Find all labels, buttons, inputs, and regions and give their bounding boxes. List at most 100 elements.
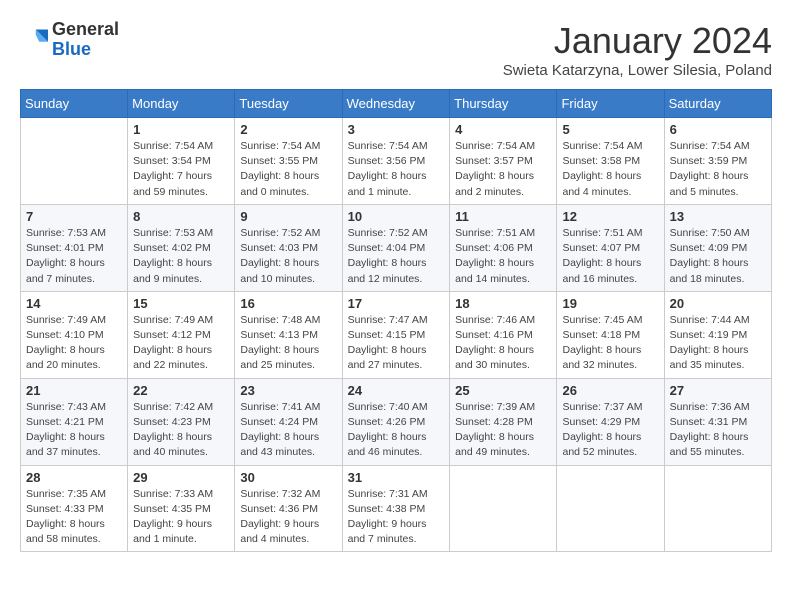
calendar-cell: 30Sunrise: 7:32 AM Sunset: 4:36 PM Dayli… bbox=[235, 465, 342, 552]
day-info: Sunrise: 7:40 AM Sunset: 4:26 PM Dayligh… bbox=[348, 400, 445, 461]
logo-icon bbox=[20, 26, 48, 54]
title-block: January 2024 Swieta Katarzyna, Lower Sil… bbox=[503, 20, 772, 79]
day-info: Sunrise: 7:33 AM Sunset: 4:35 PM Dayligh… bbox=[133, 487, 229, 548]
calendar-cell: 2 Sunrise: 7:54 AM Sunset: 3:55 PM Daylig… bbox=[235, 118, 342, 205]
day-number: 25 bbox=[455, 383, 551, 398]
day-number: 26 bbox=[562, 383, 658, 398]
month-title: January 2024 bbox=[503, 20, 772, 62]
calendar-cell: 21 Sunrise: 7:43 AM Sunset: 4:21 PM Dayli… bbox=[21, 378, 128, 465]
logo-text: General Blue bbox=[52, 20, 119, 60]
calendar-cell: 23Sunrise: 7:41 AM Sunset: 4:24 PM Dayli… bbox=[235, 378, 342, 465]
calendar-cell: 9Sunrise: 7:52 AM Sunset: 4:03 PM Daylig… bbox=[235, 204, 342, 291]
calendar-cell: 4Sunrise: 7:54 AM Sunset: 3:57 PM Daylig… bbox=[450, 118, 557, 205]
calendar-cell: 16 Sunrise: 7:48 AM Sunset: 4:13 PM Dayli… bbox=[235, 291, 342, 378]
calendar-cell bbox=[450, 465, 557, 552]
calendar-cell: 10 Sunrise: 7:52 AM Sunset: 4:04 PM Dayli… bbox=[342, 204, 450, 291]
day-number: 12 bbox=[562, 209, 658, 224]
day-info: Sunrise: 7:43 AM Sunset: 4:21 PM Dayligh… bbox=[26, 400, 122, 461]
day-info: Sunrise: 7:45 AM Sunset: 4:18 PM Dayligh… bbox=[562, 313, 658, 374]
day-info: Sunrise: 7:41 AM Sunset: 4:24 PM Dayligh… bbox=[240, 400, 336, 461]
day-number: 21 bbox=[26, 383, 122, 398]
weekday-header-tuesday: Tuesday bbox=[235, 90, 342, 118]
day-info: Sunrise: 7:54 AM Sunset: 3:56 PM Dayligh… bbox=[348, 139, 445, 200]
calendar-cell: 24 Sunrise: 7:40 AM Sunset: 4:26 PM Dayli… bbox=[342, 378, 450, 465]
calendar-cell: 25 Sunrise: 7:39 AM Sunset: 4:28 PM Dayli… bbox=[450, 378, 557, 465]
calendar-cell: 26 Sunrise: 7:37 AM Sunset: 4:29 PM Dayli… bbox=[557, 378, 664, 465]
day-info: Sunrise: 7:48 AM Sunset: 4:13 PM Dayligh… bbox=[240, 313, 336, 374]
day-info: Sunrise: 7:49 AM Sunset: 4:10 PM Dayligh… bbox=[26, 313, 122, 374]
calendar-cell bbox=[664, 465, 771, 552]
day-number: 7 bbox=[26, 209, 122, 224]
day-number: 15 bbox=[133, 296, 229, 311]
weekday-header-thursday: Thursday bbox=[450, 90, 557, 118]
day-number: 28 bbox=[26, 470, 122, 485]
day-number: 19 bbox=[562, 296, 658, 311]
logo-blue: Blue bbox=[52, 40, 119, 60]
day-info: Sunrise: 7:51 AM Sunset: 4:06 PM Dayligh… bbox=[455, 226, 551, 287]
day-info: Sunrise: 7:54 AM Sunset: 3:59 PM Dayligh… bbox=[670, 139, 766, 200]
day-number: 6 bbox=[670, 122, 766, 137]
day-info: Sunrise: 7:46 AM Sunset: 4:16 PM Dayligh… bbox=[455, 313, 551, 374]
day-number: 13 bbox=[670, 209, 766, 224]
weekday-header-sunday: Sunday bbox=[21, 90, 128, 118]
day-number: 17 bbox=[348, 296, 445, 311]
calendar-cell: 15 Sunrise: 7:49 AM Sunset: 4:12 PM Dayli… bbox=[128, 291, 235, 378]
page-header: General Blue January 2024 Swieta Katarzy… bbox=[20, 20, 772, 79]
location: Swieta Katarzyna, Lower Silesia, Poland bbox=[503, 62, 772, 79]
day-info: Sunrise: 7:39 AM Sunset: 4:28 PM Dayligh… bbox=[455, 400, 551, 461]
day-number: 10 bbox=[348, 209, 445, 224]
weekday-header-monday: Monday bbox=[128, 90, 235, 118]
day-number: 24 bbox=[348, 383, 445, 398]
day-number: 2 bbox=[240, 122, 336, 137]
day-info: Sunrise: 7:51 AM Sunset: 4:07 PM Dayligh… bbox=[562, 226, 658, 287]
weekday-header-saturday: Saturday bbox=[664, 90, 771, 118]
day-info: Sunrise: 7:37 AM Sunset: 4:29 PM Dayligh… bbox=[562, 400, 658, 461]
logo: General Blue bbox=[20, 20, 119, 60]
calendar-cell: 6 Sunrise: 7:54 AM Sunset: 3:59 PM Daylig… bbox=[664, 118, 771, 205]
weekday-header-wednesday: Wednesday bbox=[342, 90, 450, 118]
day-number: 29 bbox=[133, 470, 229, 485]
day-info: Sunrise: 7:54 AM Sunset: 3:55 PM Dayligh… bbox=[240, 139, 336, 200]
day-info: Sunrise: 7:42 AM Sunset: 4:23 PM Dayligh… bbox=[133, 400, 229, 461]
day-number: 3 bbox=[348, 122, 445, 137]
week-row-5: 28 Sunrise: 7:35 AM Sunset: 4:33 PM Dayli… bbox=[21, 465, 772, 552]
logo-general: General bbox=[52, 20, 119, 40]
day-number: 11 bbox=[455, 209, 551, 224]
calendar-cell: 3 Sunrise: 7:54 AM Sunset: 3:56 PM Daylig… bbox=[342, 118, 450, 205]
calendar-cell: 13 Sunrise: 7:50 AM Sunset: 4:09 PM Dayli… bbox=[664, 204, 771, 291]
day-info: Sunrise: 7:54 AM Sunset: 3:58 PM Dayligh… bbox=[562, 139, 658, 200]
calendar-cell: 31Sunrise: 7:31 AM Sunset: 4:38 PM Dayli… bbox=[342, 465, 450, 552]
week-row-1: 1Sunrise: 7:54 AM Sunset: 3:54 PM Daylig… bbox=[21, 118, 772, 205]
calendar-cell: 12 Sunrise: 7:51 AM Sunset: 4:07 PM Dayli… bbox=[557, 204, 664, 291]
weekday-header-friday: Friday bbox=[557, 90, 664, 118]
calendar-cell bbox=[21, 118, 128, 205]
day-info: Sunrise: 7:49 AM Sunset: 4:12 PM Dayligh… bbox=[133, 313, 229, 374]
day-info: Sunrise: 7:32 AM Sunset: 4:36 PM Dayligh… bbox=[240, 487, 336, 548]
calendar-cell: 27Sunrise: 7:36 AM Sunset: 4:31 PM Dayli… bbox=[664, 378, 771, 465]
day-info: Sunrise: 7:53 AM Sunset: 4:02 PM Dayligh… bbox=[133, 226, 229, 287]
calendar-cell: 19 Sunrise: 7:45 AM Sunset: 4:18 PM Dayli… bbox=[557, 291, 664, 378]
week-row-3: 14Sunrise: 7:49 AM Sunset: 4:10 PM Dayli… bbox=[21, 291, 772, 378]
day-number: 8 bbox=[133, 209, 229, 224]
week-row-2: 7 Sunrise: 7:53 AM Sunset: 4:01 PM Daylig… bbox=[21, 204, 772, 291]
calendar-cell: 29 Sunrise: 7:33 AM Sunset: 4:35 PM Dayli… bbox=[128, 465, 235, 552]
day-info: Sunrise: 7:54 AM Sunset: 3:57 PM Dayligh… bbox=[455, 139, 551, 200]
day-info: Sunrise: 7:52 AM Sunset: 4:04 PM Dayligh… bbox=[348, 226, 445, 287]
weekday-header-row: SundayMondayTuesdayWednesdayThursdayFrid… bbox=[21, 90, 772, 118]
day-info: Sunrise: 7:50 AM Sunset: 4:09 PM Dayligh… bbox=[670, 226, 766, 287]
calendar-cell: 28 Sunrise: 7:35 AM Sunset: 4:33 PM Dayli… bbox=[21, 465, 128, 552]
day-info: Sunrise: 7:35 AM Sunset: 4:33 PM Dayligh… bbox=[26, 487, 122, 548]
day-number: 16 bbox=[240, 296, 336, 311]
day-number: 20 bbox=[670, 296, 766, 311]
day-number: 31 bbox=[348, 470, 445, 485]
day-number: 22 bbox=[133, 383, 229, 398]
calendar-cell: 8 Sunrise: 7:53 AM Sunset: 4:02 PM Daylig… bbox=[128, 204, 235, 291]
calendar-cell: 22 Sunrise: 7:42 AM Sunset: 4:23 PM Dayli… bbox=[128, 378, 235, 465]
day-number: 18 bbox=[455, 296, 551, 311]
day-info: Sunrise: 7:54 AM Sunset: 3:54 PM Dayligh… bbox=[133, 139, 229, 200]
calendar-cell: 7 Sunrise: 7:53 AM Sunset: 4:01 PM Daylig… bbox=[21, 204, 128, 291]
calendar-cell: 5Sunrise: 7:54 AM Sunset: 3:58 PM Daylig… bbox=[557, 118, 664, 205]
calendar-cell: 14Sunrise: 7:49 AM Sunset: 4:10 PM Dayli… bbox=[21, 291, 128, 378]
day-info: Sunrise: 7:53 AM Sunset: 4:01 PM Dayligh… bbox=[26, 226, 122, 287]
calendar-cell bbox=[557, 465, 664, 552]
